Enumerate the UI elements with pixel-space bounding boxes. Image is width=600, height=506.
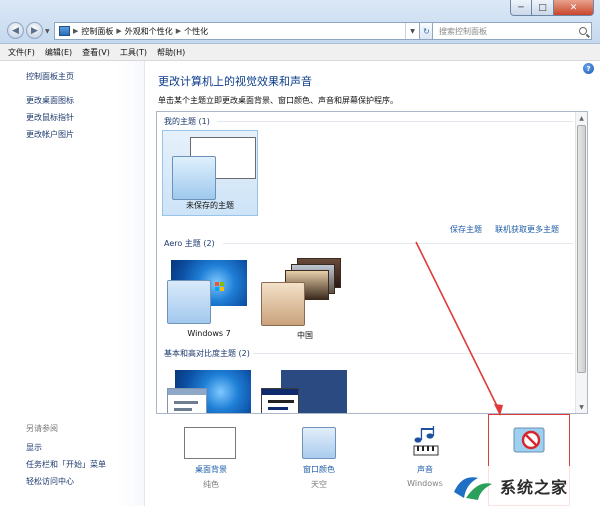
- window-controls: ─ □ ✕: [510, 0, 594, 16]
- scroll-up-icon[interactable]: ▲: [576, 112, 587, 124]
- window-chrome: ─ □ ✕ ◀ ▶ ▼ ▶ 控制面板 ▶ 外观和个性化 ▶ 个性化 ▼ ↻ 搜索…: [0, 0, 600, 44]
- desktop-background-option[interactable]: 桌面背景 纯色: [178, 426, 244, 496]
- watermark-logo-icon: [454, 477, 492, 500]
- scrollbar-thumb[interactable]: [577, 125, 586, 373]
- windows-logo-icon: [215, 282, 225, 292]
- change-mouse-pointers-link[interactable]: 更改鼠标指针: [26, 112, 74, 123]
- aero-themes-heading: Aero 主题 (2): [164, 239, 215, 248]
- theme-china-label: 中国: [297, 331, 313, 340]
- breadcrumb-appearance[interactable]: 外观和个性化: [125, 26, 173, 37]
- close-button[interactable]: ✕: [554, 0, 594, 16]
- change-account-picture-link[interactable]: 更改帐户图片: [26, 129, 74, 140]
- desktop-background-value: 纯色: [203, 480, 219, 489]
- breadcrumb-control-panel[interactable]: 控制面板: [81, 26, 113, 37]
- scroll-down-icon[interactable]: ▼: [576, 401, 587, 413]
- desktop-background-preview: [184, 427, 236, 459]
- theme-china[interactable]: 中国: [261, 258, 343, 340]
- address-dropdown[interactable]: ▼: [405, 23, 419, 39]
- page-description: 单击某个主题立即更改桌面背景、窗口颜色、声音和屏幕保护程序。: [158, 96, 398, 105]
- display-link[interactable]: 显示: [26, 442, 42, 453]
- my-themes-heading: 我的主题 (1): [164, 117, 210, 126]
- theme-high-contrast[interactable]: [261, 370, 347, 413]
- help-icon[interactable]: ?: [583, 63, 594, 74]
- forward-arrow-icon: ▶: [31, 25, 38, 36]
- forward-button[interactable]: ▶: [26, 22, 43, 39]
- desktop-background-label: 桌面背景: [195, 465, 227, 474]
- refresh-icon: ↻: [423, 26, 430, 36]
- breadcrumb-personalization[interactable]: 个性化: [184, 26, 208, 37]
- back-arrow-icon: ◀: [12, 25, 19, 36]
- breadcrumb-separator[interactable]: ▶: [116, 27, 121, 35]
- menu-edit[interactable]: 编辑(E): [45, 47, 72, 58]
- back-button[interactable]: ◀: [7, 22, 24, 39]
- theme-color-preview: [172, 156, 216, 200]
- menu-view[interactable]: 查看(V): [82, 47, 110, 58]
- menu-file[interactable]: 文件(F): [8, 47, 35, 58]
- address-bar[interactable]: ▶ 控制面板 ▶ 外观和个性化 ▶ 个性化 ▼: [54, 22, 420, 40]
- group-divider: [217, 121, 573, 122]
- minimize-button[interactable]: ─: [510, 0, 532, 16]
- see-also-heading: 另请参阅: [26, 424, 58, 433]
- window-color-preview: [302, 427, 336, 459]
- theme-windows7-basic[interactable]: [167, 370, 253, 413]
- watermark-text: 系统之家: [500, 478, 569, 497]
- music-notes-icon: [410, 426, 442, 460]
- basic-window-preview: [167, 388, 207, 413]
- theme-windows7-label: Windows 7: [187, 329, 231, 338]
- group-divider: [253, 353, 573, 354]
- unsaved-theme-label: 未保存的主题: [186, 201, 234, 210]
- watermark: 系统之家: [430, 466, 600, 506]
- theme-windows7[interactable]: Windows 7: [167, 260, 247, 340]
- basic-themes-heading: 基本和高对比度主题 (2): [164, 349, 250, 358]
- maximize-button[interactable]: □: [532, 0, 554, 16]
- get-more-themes-link[interactable]: 联机获取更多主题: [495, 224, 559, 235]
- group-divider: [223, 243, 573, 244]
- window-color-label: 窗口颜色: [303, 465, 335, 474]
- theme-list-scrollbar[interactable]: ▲ ▼: [575, 112, 587, 413]
- window-color-option[interactable]: 窗口颜色 天空: [286, 426, 352, 496]
- ease-of-access-link[interactable]: 轻松访问中心: [26, 476, 74, 487]
- theme-color-preview: [167, 280, 211, 324]
- page-title: 更改计算机上的视觉效果和声音: [158, 75, 312, 88]
- theme-color-preview: [261, 282, 305, 326]
- change-desktop-icons-link[interactable]: 更改桌面图标: [26, 95, 74, 106]
- breadcrumb-separator[interactable]: ▶: [73, 27, 78, 35]
- recent-pages-dropdown[interactable]: ▼: [45, 28, 50, 35]
- unsaved-theme[interactable]: 未保存的主题: [162, 130, 258, 216]
- save-theme-link[interactable]: 保存主题: [450, 224, 482, 235]
- search-input[interactable]: 搜索控制面板: [432, 22, 592, 40]
- search-placeholder: 搜索控制面板: [439, 26, 487, 36]
- task-pane: 控制面板主页 更改桌面图标 更改鼠标指针 更改帐户图片 另请参阅 显示 任务栏和…: [0, 61, 145, 506]
- menu-tools[interactable]: 工具(T): [120, 47, 147, 58]
- taskbar-start-menu-link[interactable]: 任务栏和「开始」菜单: [26, 459, 106, 470]
- menu-help[interactable]: 帮助(H): [157, 47, 185, 58]
- search-icon[interactable]: [579, 27, 587, 35]
- control-panel-home-link[interactable]: 控制面板主页: [26, 71, 74, 82]
- menu-bar: 文件(F) 编辑(E) 查看(V) 工具(T) 帮助(H): [0, 44, 600, 61]
- window-color-value: 天空: [311, 480, 327, 489]
- control-panel-icon: [59, 26, 70, 36]
- theme-list: 我的主题 (1) 未保存的主题 保存主题 联机获取更多主题 Aero 主题 (2…: [156, 111, 588, 414]
- breadcrumb-separator[interactable]: ▶: [176, 27, 181, 35]
- basic-window-preview: [261, 388, 299, 413]
